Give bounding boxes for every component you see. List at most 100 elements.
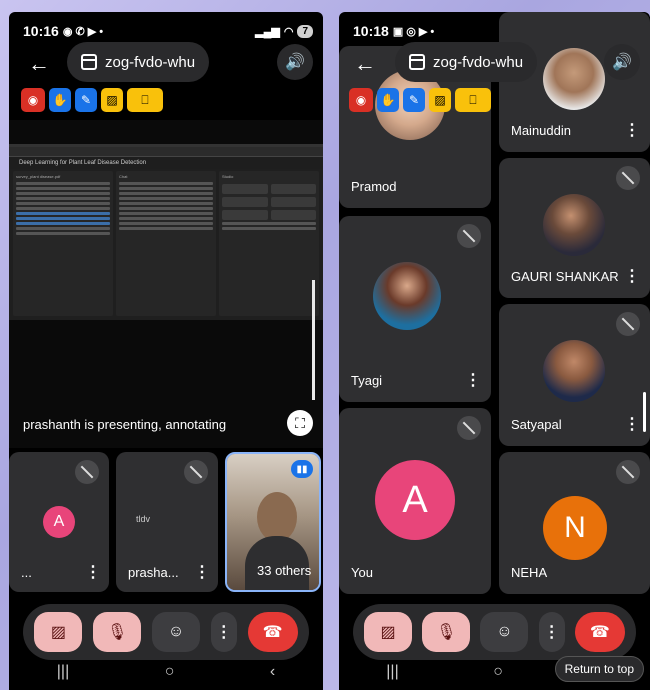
speaker-icon[interactable]: 🔊	[604, 44, 640, 80]
participant-name: Satyapal	[511, 417, 562, 432]
door-icon[interactable]: ⎕	[455, 88, 491, 112]
call-controls: ▨ 🎙 ☺ ⋮ ☎	[353, 604, 636, 660]
camera-off-icon[interactable]: ▨	[429, 88, 451, 112]
more-options-icon[interactable]: ⋮	[194, 562, 210, 582]
more-button[interactable]: ⋮	[210, 612, 237, 652]
annotation-slider[interactable]	[312, 280, 315, 400]
participant-tile-self[interactable]: A You	[339, 408, 491, 594]
participant-tile[interactable]: A ... ⋮	[9, 452, 109, 592]
door-icon[interactable]: ⎕	[127, 88, 163, 112]
more-options-icon[interactable]: ⋮	[624, 414, 640, 434]
shared-screen: Deep Learning for Plant Leaf Disease Det…	[9, 144, 323, 320]
participant-tile-others[interactable]: ▮▮ 33 others	[225, 452, 321, 592]
shared-file-name: survey_plant disease.pdf	[16, 174, 61, 179]
participant-tile[interactable]: tldv prasha... ⋮	[116, 452, 218, 592]
more-options-icon[interactable]: ⋮	[85, 562, 101, 582]
speaker-icon[interactable]: 🔊	[277, 44, 313, 80]
recording-icon[interactable]: ◉	[349, 88, 373, 112]
participant-tile[interactable]: N NEHA	[499, 452, 650, 594]
hand-raise-icon[interactable]: ✋	[377, 88, 399, 112]
camera-off-icon[interactable]: ▨	[101, 88, 123, 112]
participant-photo	[543, 340, 605, 402]
avatar: A	[375, 460, 455, 540]
participant-tile[interactable]: Tyagi ⋮	[339, 216, 491, 402]
avatar: A	[43, 506, 75, 538]
participant-tile[interactable]: Mainuddin ⋮	[499, 12, 650, 152]
participant-tile[interactable]: GAURI SHANKAR ⋮	[499, 158, 650, 298]
emoji-button[interactable]: ☺	[151, 612, 200, 652]
participant-name: Tyagi	[351, 373, 383, 388]
more-button[interactable]: ⋮	[538, 612, 565, 652]
phone-screen-right: 10:18 ▣ ◎ ▶ • ▂▄▆ 7 Pramod Mainuddin ⋮ ←…	[339, 12, 650, 690]
back-arrow-icon[interactable]: ←	[347, 46, 383, 82]
shared-columns: survey_plant disease.pdf Chat Studio	[13, 171, 319, 316]
mic-off-icon	[616, 166, 640, 190]
recording-icon[interactable]: ◉	[21, 88, 45, 112]
status-time: 10:16	[23, 23, 59, 39]
fullscreen-icon[interactable]: ⛶	[287, 410, 313, 436]
participant-photo	[543, 48, 605, 110]
calendar-icon	[81, 54, 97, 70]
studio-label: Studio	[222, 174, 234, 179]
more-options-icon[interactable]: ⋮	[624, 120, 640, 140]
participant-photo	[373, 262, 441, 330]
sources-column: survey_plant disease.pdf	[13, 171, 113, 316]
meeting-code: zog-fvdo-whu	[105, 53, 196, 71]
meeting-code-pill[interactable]: zog-fvdo-whu	[67, 42, 210, 82]
participant-name: prasha...	[128, 565, 179, 580]
presentation-area[interactable]: Deep Learning for Plant Leaf Disease Det…	[9, 120, 323, 448]
mic-off-icon	[75, 460, 99, 484]
participant-name: Pramod	[351, 179, 397, 194]
participant-tile[interactable]: Satyapal ⋮	[499, 304, 650, 446]
back-icon[interactable]: ‹	[270, 663, 275, 681]
end-call-button[interactable]: ☎	[247, 612, 298, 652]
camera-off-button[interactable]: ▨	[364, 612, 413, 652]
recents-icon[interactable]: |||	[57, 663, 69, 681]
participant-name: Mainuddin	[511, 123, 571, 138]
mic-off-button[interactable]: 🎙	[422, 612, 471, 652]
notification-icons: ▣ ◎ ▶ •	[392, 25, 435, 38]
back-arrow-icon[interactable]: ←	[21, 46, 57, 82]
mic-off-icon	[616, 312, 640, 336]
presenting-label: prashanth is presenting, annotating	[23, 417, 227, 432]
notification-icons: ◉ ✆ ▶ •	[62, 25, 104, 38]
more-options-icon[interactable]: ⋮	[624, 266, 640, 286]
participant-name: ...	[21, 565, 32, 580]
meeting-code-pill[interactable]: zog-fvdo-whu	[395, 42, 538, 82]
avatar: N	[543, 496, 607, 560]
mic-off-icon	[457, 416, 481, 440]
more-options-icon[interactable]: ⋮	[465, 370, 481, 390]
camera-off-button[interactable]: ▨	[34, 612, 83, 652]
home-icon[interactable]: ○	[493, 663, 503, 681]
android-nav-bar: ||| ○ ‹	[9, 654, 323, 690]
chat-label: Chat	[119, 174, 128, 179]
hand-raise-icon[interactable]: ✋	[49, 88, 71, 112]
home-icon[interactable]: ○	[165, 663, 175, 681]
emoji-button[interactable]: ☺	[480, 612, 529, 652]
participant-face	[257, 492, 297, 542]
others-count: 33 others	[257, 563, 312, 578]
activity-badges: ◉ ✋ ✎ ▨ ⎕	[349, 88, 491, 112]
scroll-indicator[interactable]	[643, 392, 646, 432]
browser-tab-bar	[9, 147, 323, 157]
participant-name: GAURI SHANKAR	[511, 269, 619, 284]
recents-icon[interactable]: |||	[386, 663, 398, 681]
mic-off-button[interactable]: 🎙	[93, 612, 142, 652]
status-time: 10:18	[353, 23, 389, 39]
shared-doc-title: Deep Learning for Plant Leaf Disease Det…	[9, 157, 323, 169]
annotate-icon[interactable]: ✎	[75, 88, 97, 112]
activity-badges: ◉ ✋ ✎ ▨ ⎕	[21, 88, 163, 112]
battery-badge: 7	[297, 24, 313, 38]
status-bar: 10:16 ◉ ✆ ▶ • ▂▄▆ ◠ 7	[23, 20, 313, 42]
signal-icon: ▂▄▆	[255, 25, 280, 38]
participant-name: NEHA	[511, 565, 548, 580]
studio-column: Studio	[219, 171, 319, 316]
annotate-icon[interactable]: ✎	[403, 88, 425, 112]
calendar-icon	[409, 54, 425, 70]
return-to-top-button[interactable]: Return to top	[554, 656, 644, 682]
mic-off-icon	[184, 460, 208, 484]
participant-name: You	[351, 565, 373, 580]
mic-off-icon	[457, 224, 481, 248]
end-call-button[interactable]: ☎	[574, 612, 625, 652]
chat-column: Chat	[116, 171, 216, 316]
